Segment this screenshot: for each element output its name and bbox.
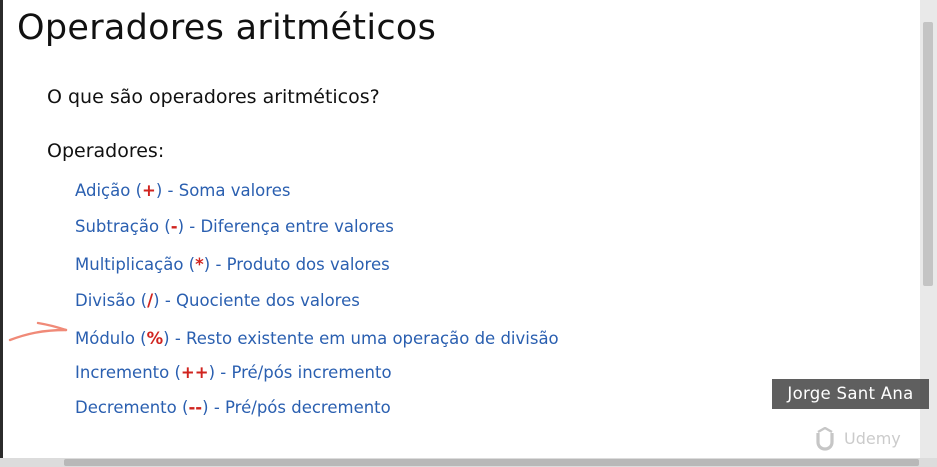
operator-item-addition: Adição (+) - Soma valores bbox=[75, 181, 291, 200]
pen-annotation-arrow-icon bbox=[8, 321, 68, 342]
operator-item-decrement: Decremento (--) - Pré/pós decremento bbox=[75, 398, 391, 417]
operator-symbol: - bbox=[170, 217, 178, 236]
operator-item-multiplication: Multiplicação (*) - Produto dos valores bbox=[75, 255, 390, 274]
operator-symbol: % bbox=[146, 329, 164, 348]
vertical-scrollbar-thumb[interactable] bbox=[923, 22, 933, 286]
operators-heading: Operadores: bbox=[47, 140, 165, 162]
operator-symbol: + bbox=[142, 181, 156, 200]
operator-symbol: ++ bbox=[180, 363, 209, 382]
operator-item-division: Divisão (/) - Quociente dos valores bbox=[75, 291, 360, 310]
udemy-logo-icon bbox=[816, 427, 834, 451]
window-left-border bbox=[0, 0, 3, 467]
operator-item-subtraction: Subtração (-) - Diferença entre valores bbox=[75, 217, 394, 236]
operator-item-increment: Incremento (++) - Pré/pós incremento bbox=[75, 363, 392, 382]
operator-symbol: -- bbox=[188, 398, 203, 417]
udemy-watermark-text: Udemy bbox=[844, 429, 901, 448]
slide-question: O que são operadores aritméticos? bbox=[47, 86, 380, 108]
operator-symbol: * bbox=[195, 255, 204, 274]
operator-item-modulo: Módulo (%) - Resto existente em uma oper… bbox=[75, 329, 559, 348]
author-badge: Jorge Sant Ana bbox=[772, 379, 929, 409]
horizontal-scrollbar-thumb[interactable] bbox=[64, 459, 919, 466]
slide-title: Operadores aritméticos bbox=[17, 8, 437, 48]
udemy-watermark: Udemy bbox=[815, 424, 901, 454]
